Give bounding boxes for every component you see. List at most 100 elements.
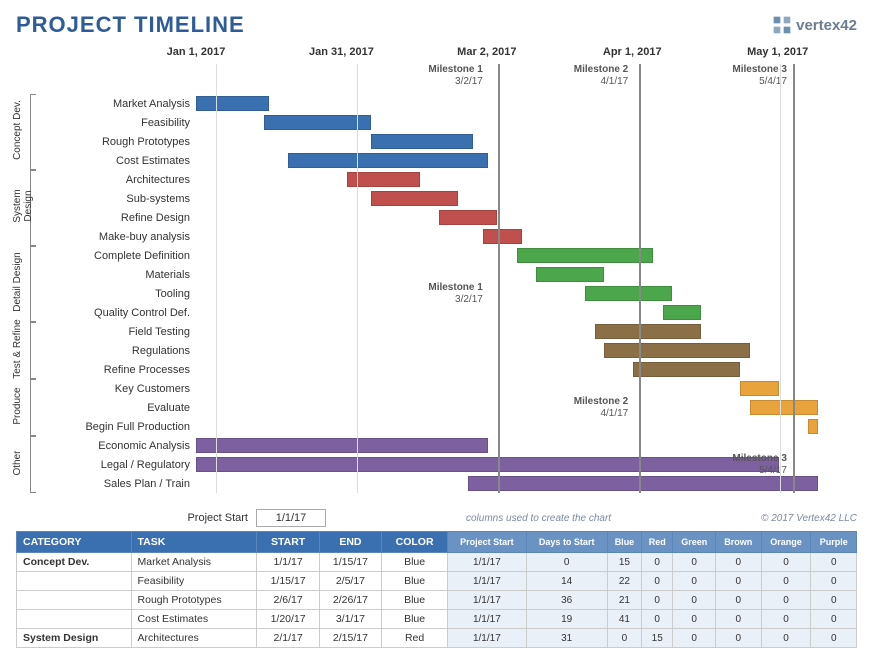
table-cell[interactable] [17,572,132,591]
table-cell[interactable]: 0 [811,629,857,648]
th-end: END [319,532,381,553]
gantt-row: Begin Full Production [36,417,857,436]
table-cell[interactable]: 0 [673,591,716,610]
table-cell[interactable]: Feasibility [131,572,257,591]
table-cell[interactable]: 15 [607,553,641,572]
table-cell[interactable]: 14 [526,572,607,591]
task-label: Refine Design [36,212,196,224]
table-cell[interactable] [17,610,132,629]
table-cell[interactable]: 0 [761,591,811,610]
table-cell[interactable]: 0 [811,610,857,629]
th-days-to-start: Days to Start [526,532,607,553]
table-cell[interactable]: 0 [811,591,857,610]
columns-hint: columns used to create the chart [466,513,611,524]
table-cell[interactable]: 0 [673,553,716,572]
table-cell[interactable]: Architectures [131,629,257,648]
gantt-row: Sub-systems [36,189,857,208]
task-label: Rough Prototypes [36,136,196,148]
milestone-label: Milestone 13/2/17 [428,64,486,88]
table-cell[interactable]: 1/1/17 [448,591,527,610]
table-cell[interactable]: 0 [761,610,811,629]
table-cell[interactable] [17,591,132,610]
table-cell[interactable]: 0 [761,572,811,591]
table-cell[interactable]: 0 [642,610,673,629]
page-title: PROJECT TIMELINE [16,12,245,38]
axis-tick-label: Jan 1, 2017 [167,46,226,58]
table-cell[interactable]: Blue [382,591,448,610]
table-cell[interactable]: System Design [17,629,132,648]
table-cell[interactable]: 1/1/17 [448,629,527,648]
gantt-row: Economic Analysis [36,436,857,455]
table-cell[interactable]: 3/1/17 [319,610,381,629]
table-cell[interactable]: 1/1/17 [257,553,319,572]
gantt-row: Architectures [36,170,857,189]
table-cell[interactable]: 0 [761,553,811,572]
gantt-row: Quality Control Def. [36,303,857,322]
table-cell[interactable]: Cost Estimates [131,610,257,629]
table-cell[interactable]: 0 [642,591,673,610]
phase-label: System Design [12,176,34,236]
table-cell[interactable]: 19 [526,610,607,629]
table-cell[interactable]: 22 [607,572,641,591]
table-cell[interactable]: 1/20/17 [257,610,319,629]
table-cell[interactable]: Blue [382,610,448,629]
table-cell[interactable]: 2/6/17 [257,591,319,610]
table-cell[interactable]: Concept Dev. [17,553,132,572]
table-cell[interactable]: 21 [607,591,641,610]
task-label: Materials [36,269,196,281]
table-cell[interactable]: 0 [811,572,857,591]
table-cell[interactable]: 0 [716,553,761,572]
table-cell[interactable]: 1/15/17 [319,553,381,572]
table-cell[interactable]: 2/5/17 [319,572,381,591]
table-cell[interactable]: 15 [642,629,673,648]
table-cell[interactable]: 1/1/17 [448,610,527,629]
table-cell[interactable]: Red [382,629,448,648]
task-label: Regulations [36,345,196,357]
gantt-bar [468,476,818,491]
gantt-bar [264,115,371,130]
th-purple: Purple [811,532,857,553]
table-cell[interactable]: 1/15/17 [257,572,319,591]
table-cell[interactable]: 36 [526,591,607,610]
table-cell[interactable]: 31 [526,629,607,648]
table-cell[interactable]: 0 [642,553,673,572]
axis-tick-label: Mar 2, 2017 [457,46,516,58]
project-start-value[interactable]: 1/1/17 [256,509,326,527]
table-cell[interactable]: 0 [673,610,716,629]
table-cell[interactable]: 0 [673,572,716,591]
table-cell[interactable]: 0 [673,629,716,648]
table-cell[interactable]: 0 [526,553,607,572]
axis-tick-label: May 1, 2017 [747,46,808,58]
gantt-row: ToolingMilestone 13/2/17 [36,284,857,303]
table-cell[interactable]: 0 [716,591,761,610]
table-cell[interactable]: 2/15/17 [319,629,381,648]
phase-bracket [30,436,36,493]
phase-label: Produce [12,376,23,436]
task-label: Economic Analysis [36,440,196,452]
data-table: CATEGORY TASK START END COLOR Project St… [16,531,857,648]
table-cell[interactable]: Blue [382,553,448,572]
table-cell[interactable]: 0 [811,553,857,572]
table-cell[interactable]: 2/26/17 [319,591,381,610]
table-cell[interactable]: 0 [716,629,761,648]
vertex42-logo: vertex42 [772,15,857,35]
table-cell[interactable]: Blue [382,572,448,591]
th-category: CATEGORY [17,532,132,553]
gantt-bar [196,96,269,111]
task-label: Tooling [36,288,196,300]
table-cell[interactable]: 41 [607,610,641,629]
table-cell[interactable]: Rough Prototypes [131,591,257,610]
table-cell[interactable]: 2/1/17 [257,629,319,648]
table-cell[interactable]: 0 [642,572,673,591]
table-cell[interactable]: 0 [761,629,811,648]
table-cell[interactable]: 0 [716,610,761,629]
table-cell[interactable]: 0 [716,572,761,591]
table-cell[interactable]: 1/1/17 [448,553,527,572]
table-cell[interactable]: Market Analysis [131,553,257,572]
gantt-row: Field Testing [36,322,857,341]
table-cell[interactable]: 1/1/17 [448,572,527,591]
gantt-row: EvaluateMilestone 24/1/17 [36,398,857,417]
task-label: Field Testing [36,326,196,338]
phase-bracket [30,94,36,170]
table-cell[interactable]: 0 [607,629,641,648]
